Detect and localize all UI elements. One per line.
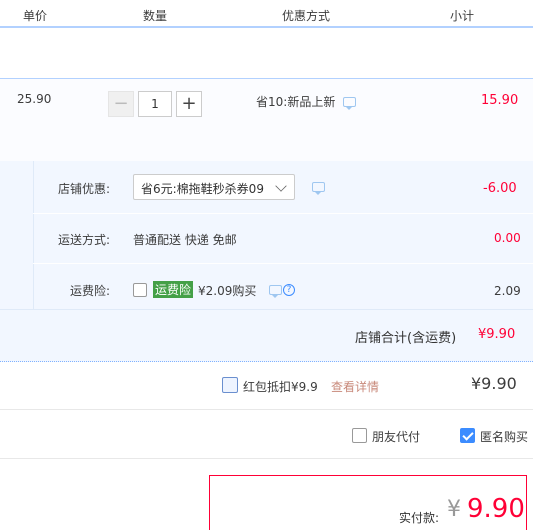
- item-subtotal: 15.90: [481, 93, 519, 108]
- decrease-button[interactable]: −: [108, 91, 134, 117]
- shop-discount-label: 店铺优惠:: [58, 182, 111, 196]
- message-icon[interactable]: [269, 285, 282, 298]
- insurance-amount: 2.09: [494, 284, 521, 298]
- section-divider: [0, 458, 533, 459]
- row-divider: [33, 263, 533, 264]
- friend-pay-label: 朋友代付: [372, 430, 421, 444]
- redpacket-label: 红包抵扣¥9.9: [243, 380, 318, 394]
- increase-button[interactable]: +: [176, 91, 202, 117]
- total-divider: [0, 309, 533, 310]
- quantity-input[interactable]: 1: [138, 91, 172, 117]
- anonymous-label: 匿名购买: [480, 430, 529, 444]
- insurance-price: ¥2.09购买: [198, 284, 257, 298]
- shipping-amount: 0.00: [494, 231, 521, 245]
- table-header: 单价 数量 优惠方式 小计: [0, 0, 533, 26]
- header-price: 单价: [23, 9, 48, 23]
- anonymous-checkbox[interactable]: [460, 428, 475, 443]
- shop-left-column: [0, 161, 34, 309]
- redpacket-checkbox[interactable]: [222, 377, 238, 393]
- shipping-label: 运送方式:: [58, 233, 111, 247]
- shop-total-value: ¥9.90: [478, 327, 516, 342]
- redpacket-amount: ¥9.90: [471, 374, 517, 393]
- shop-discount-amount: -6.00: [483, 181, 517, 196]
- shipping-value: 普通配送 快递 免邮: [133, 233, 237, 247]
- header-subtotal: 小计: [450, 9, 475, 23]
- shop-discount-value: 省6元:棉拖鞋秒杀券09: [141, 182, 264, 196]
- friend-pay-checkbox[interactable]: [352, 428, 367, 443]
- item-price: 25.90: [17, 92, 52, 106]
- shop-discount-select[interactable]: 省6元:棉拖鞋秒杀券09: [133, 174, 295, 200]
- header-qty: 数量: [143, 9, 168, 23]
- insurance-badge: 运费险: [153, 281, 194, 298]
- chevron-down-icon: [275, 180, 287, 192]
- pay-total: 9.90: [467, 494, 525, 524]
- header-divider: [0, 26, 533, 28]
- header-promo: 优惠方式: [282, 9, 331, 23]
- message-icon[interactable]: [312, 182, 325, 195]
- item-promo: 省10:新品上新: [256, 95, 336, 109]
- message-icon[interactable]: [343, 97, 356, 110]
- pay-currency: ¥: [447, 497, 461, 522]
- pay-label: 实付款:: [399, 511, 440, 525]
- redpacket-detail-link[interactable]: 查看详情: [331, 378, 379, 395]
- shop-total-label: 店铺合计(含运费): [355, 331, 457, 346]
- help-icon[interactable]: ?: [283, 284, 295, 296]
- cart-item-row: [0, 78, 533, 162]
- insurance-label: 运费险:: [70, 284, 111, 298]
- section-divider: [0, 409, 533, 410]
- row-divider: [33, 213, 533, 214]
- insurance-checkbox[interactable]: [133, 283, 147, 297]
